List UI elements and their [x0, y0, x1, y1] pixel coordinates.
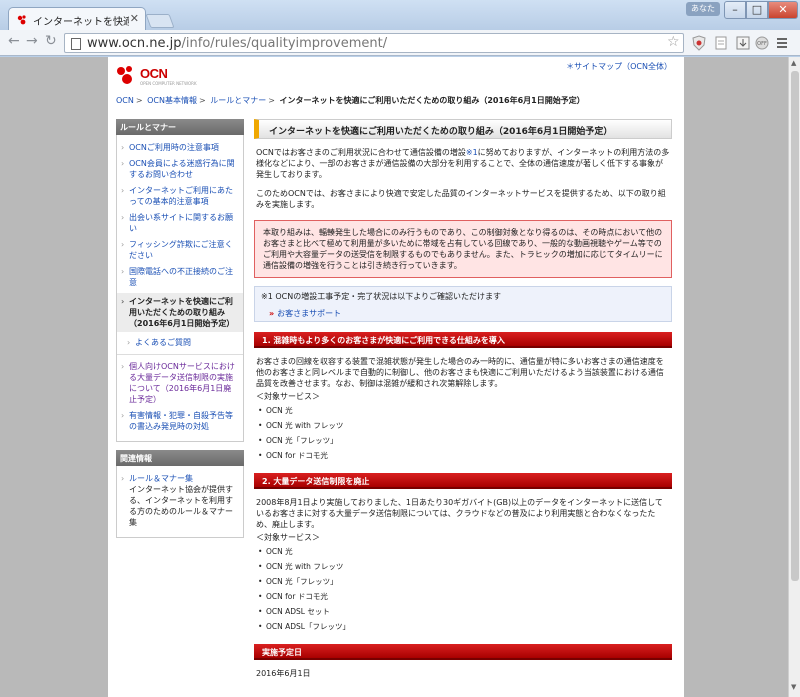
intro-paragraph-1: OCNではお客さまのご利用状況に合わせて通信設備の増設※1に努めておりますが、イ…	[256, 148, 670, 179]
sidebar-item-nuisance[interactable]: › OCN会員による迷惑行為に関するお問い合わせ	[121, 158, 239, 180]
list-item: OCN 光「フレッツ」	[258, 433, 672, 448]
intro-paragraph-2: このためOCNでは、お客さまにより快適で安定した品質のインターネットサービスを提…	[256, 189, 666, 209]
section-2-services: OCN 光 OCN 光 with フレッツ OCN 光「フレッツ」 OCN fo…	[254, 544, 672, 634]
breadcrumb: OCN > OCN基本情報 > ルールとマナー > インターネットを快適にご利用いただ…	[116, 96, 585, 105]
url-host: www.ocn.ne.jp	[87, 36, 182, 51]
logo-text: OCN	[140, 66, 168, 81]
list-item: OCN 光	[258, 544, 672, 559]
note-ref-link[interactable]: ※1	[466, 148, 478, 157]
sidebar-item-notes[interactable]: › OCNご利用時の注意事項	[121, 142, 239, 153]
sidebar-item-faq[interactable]: › よくあるご質問	[121, 337, 239, 348]
alert-box: 本取り組みは、輻輳発生した場合にのみ行うものであり、この制御対象となり得るのは、…	[254, 220, 672, 278]
ocn-logo[interactable]: OCN OPEN COMPUTER NETWORK	[116, 65, 197, 88]
extension-page-icon[interactable]	[713, 35, 729, 51]
site-header: OCN OPEN COMPUTER NETWORK ＊サイトマップ（OCN全体）	[108, 57, 684, 89]
sidebar-divider	[117, 354, 243, 355]
sidebar-menu: › OCNご利用時の注意事項 › OCN会員による迷惑行為に関するお問い合わせ › イ…	[116, 135, 244, 442]
list-item: OCN 光「フレッツ」	[258, 574, 672, 589]
sidebar-heading-rules: ルールとマナー	[116, 119, 244, 135]
minimize-button[interactable]: –	[724, 1, 746, 19]
note-text: ※1 OCNの増設工事予定・完了状況は以下よりご確認いただけます	[261, 292, 502, 301]
sitemap-link[interactable]: ＊サイトマップ（OCN全体）	[566, 61, 672, 72]
forward-icon[interactable]: →	[26, 33, 38, 49]
reload-icon[interactable]: ↻	[45, 33, 57, 49]
url-path: /info/rules/qualityimprovement/	[181, 36, 388, 51]
breadcrumb-ocn[interactable]: OCN	[116, 96, 134, 105]
list-item: OCN 光 with フレッツ	[258, 418, 672, 433]
extension-globe-icon[interactable]: OFF	[754, 35, 770, 51]
scroll-up-icon[interactable]: ▲	[791, 59, 796, 67]
section-2-services-label: ＜対象サービス＞	[256, 533, 320, 542]
maximize-button[interactable]: □	[746, 1, 768, 19]
breadcrumb-current: インターネットを快適にご利用いただくための取り組み（2016年6月1日開始予定）	[279, 96, 585, 105]
sidebar-item-basic-notes[interactable]: › インターネットご利用にあたっての基本的注意事項	[121, 185, 239, 207]
related-desc: インターネット協会が提供する、インターネットを利用する方のためのルール＆マナー集	[129, 485, 233, 527]
svg-text:OFF: OFF	[757, 41, 767, 47]
scroll-thumb[interactable]	[791, 71, 799, 581]
extension-shield-icon[interactable]	[691, 35, 707, 51]
sidebar: ルールとマナー › OCNご利用時の注意事項 › OCN会員による迷惑行為に関するお…	[116, 119, 244, 538]
new-tab-button[interactable]	[145, 14, 175, 28]
page-content: OCN OPEN COMPUTER NETWORK ＊サイトマップ（OCN全体）…	[108, 57, 684, 697]
ocn-favicon-icon	[17, 15, 26, 25]
browser-titlebar: インターネットを快適に ✕ あなた – □ ✕	[0, 0, 800, 31]
start-date: 2016年6月1日	[256, 669, 311, 678]
note-box: ※1 OCNの増設工事予定・完了状況は以下よりご確認いただけます » お客さまサポ…	[254, 286, 672, 322]
user-badge[interactable]: あなた	[686, 2, 720, 16]
page-title: インターネットを快適にご利用いただくための取り組み（2016年6月1日開始予定）	[254, 119, 672, 139]
section-2-body: 2008年8月1日より実施しておりました、1日あたり30ギガバイト(GB)以上の…	[256, 498, 663, 529]
section-1-services-label: ＜対象サービス＞	[256, 392, 320, 401]
tab-close-icon[interactable]: ✕	[130, 12, 139, 25]
sidebar-heading-related: 関連情報	[116, 450, 244, 466]
section-1-services: OCN 光 OCN 光 with フレッツ OCN 光「フレッツ」 OCN fo…	[254, 403, 672, 463]
sidebar-item-active[interactable]: › インターネットを快適にご利用いただくための取り組み（2016年6月1日開始予定…	[117, 293, 243, 332]
chevron-right-icon: »	[269, 309, 275, 318]
back-icon[interactable]: ←	[8, 33, 20, 49]
menu-icon[interactable]	[774, 35, 790, 51]
scroll-down-icon[interactable]: ▼	[791, 683, 796, 691]
tab-title: インターネットを快適に	[33, 17, 129, 28]
section-1-heading: 1. 混雑時もより多くのお客さまが快適にご利用できる仕組みを導入	[254, 332, 672, 348]
browser-tab[interactable]: インターネットを快適に ✕	[8, 7, 146, 31]
sidebar-item-data-limit[interactable]: › 個人向けOCNサービスにおける大量データ送信制限の実施について（2016年6月…	[121, 361, 239, 405]
sidebar-item-harmful-info[interactable]: › 有害情報・犯罪・自殺予告等の書込み発見時の対処	[121, 410, 239, 432]
bookmark-star-icon[interactable]: ☆	[667, 34, 680, 50]
list-item: OCN 光	[258, 403, 672, 418]
list-item: OCN ADSL セット	[258, 604, 672, 619]
related-link[interactable]: ルール＆マナー集	[129, 474, 193, 483]
page-icon	[71, 38, 81, 50]
section-1-body: お客さまの回線を収容する装置で混雑状態が発生した場合のみ一時的に、通信量が特に多…	[256, 357, 664, 388]
close-window-button[interactable]: ✕	[768, 1, 798, 19]
address-bar[interactable]: www.ocn.ne.jp/info/rules/qualityimprovem…	[64, 33, 684, 53]
download-icon[interactable]	[735, 35, 751, 51]
sidebar-item-intl-call[interactable]: › 国際電話への不正接続のご注意	[121, 266, 239, 288]
support-link[interactable]: » お客さまサポート	[269, 308, 665, 319]
url-text[interactable]: www.ocn.ne.jp/info/rules/qualityimprovem…	[87, 36, 387, 51]
section-2-heading: 2. 大量データ送信制限を廃止	[254, 473, 672, 489]
list-item: OCN ADSL「フレッツ」	[258, 619, 672, 634]
list-item: OCN 光 with フレッツ	[258, 559, 672, 574]
section-3-heading: 実施予定日	[254, 644, 672, 660]
main-column: インターネットを快適にご利用いただくための取り組み（2016年6月1日開始予定）…	[254, 119, 672, 679]
related-menu: › ルール＆マナー集 インターネット協会が提供する、インターネットを利用する方のため…	[116, 466, 244, 538]
sidebar-item-phishing[interactable]: › フィッシング詐欺にご注意ください	[121, 239, 239, 261]
vertical-scrollbar[interactable]: ▲ ▼	[788, 57, 800, 697]
related-item[interactable]: › ルール＆マナー集 インターネット協会が提供する、インターネットを利用する方のため…	[121, 473, 239, 528]
sidebar-item-dating-sites[interactable]: › 出会い系サイトに関するお願い	[121, 212, 239, 234]
list-item: OCN for ドコモ光	[258, 589, 672, 604]
breadcrumb-rules[interactable]: ルールとマナー	[210, 96, 266, 105]
logo-subtext: OPEN COMPUTER NETWORK	[140, 81, 197, 86]
ocn-logo-icon	[117, 66, 132, 84]
breadcrumb-basic-info[interactable]: OCN基本情報	[147, 96, 197, 105]
list-item: OCN for ドコモ光	[258, 448, 672, 463]
browser-toolbar: ← → ↻ www.ocn.ne.jp/info/rules/qualityim…	[0, 30, 800, 56]
